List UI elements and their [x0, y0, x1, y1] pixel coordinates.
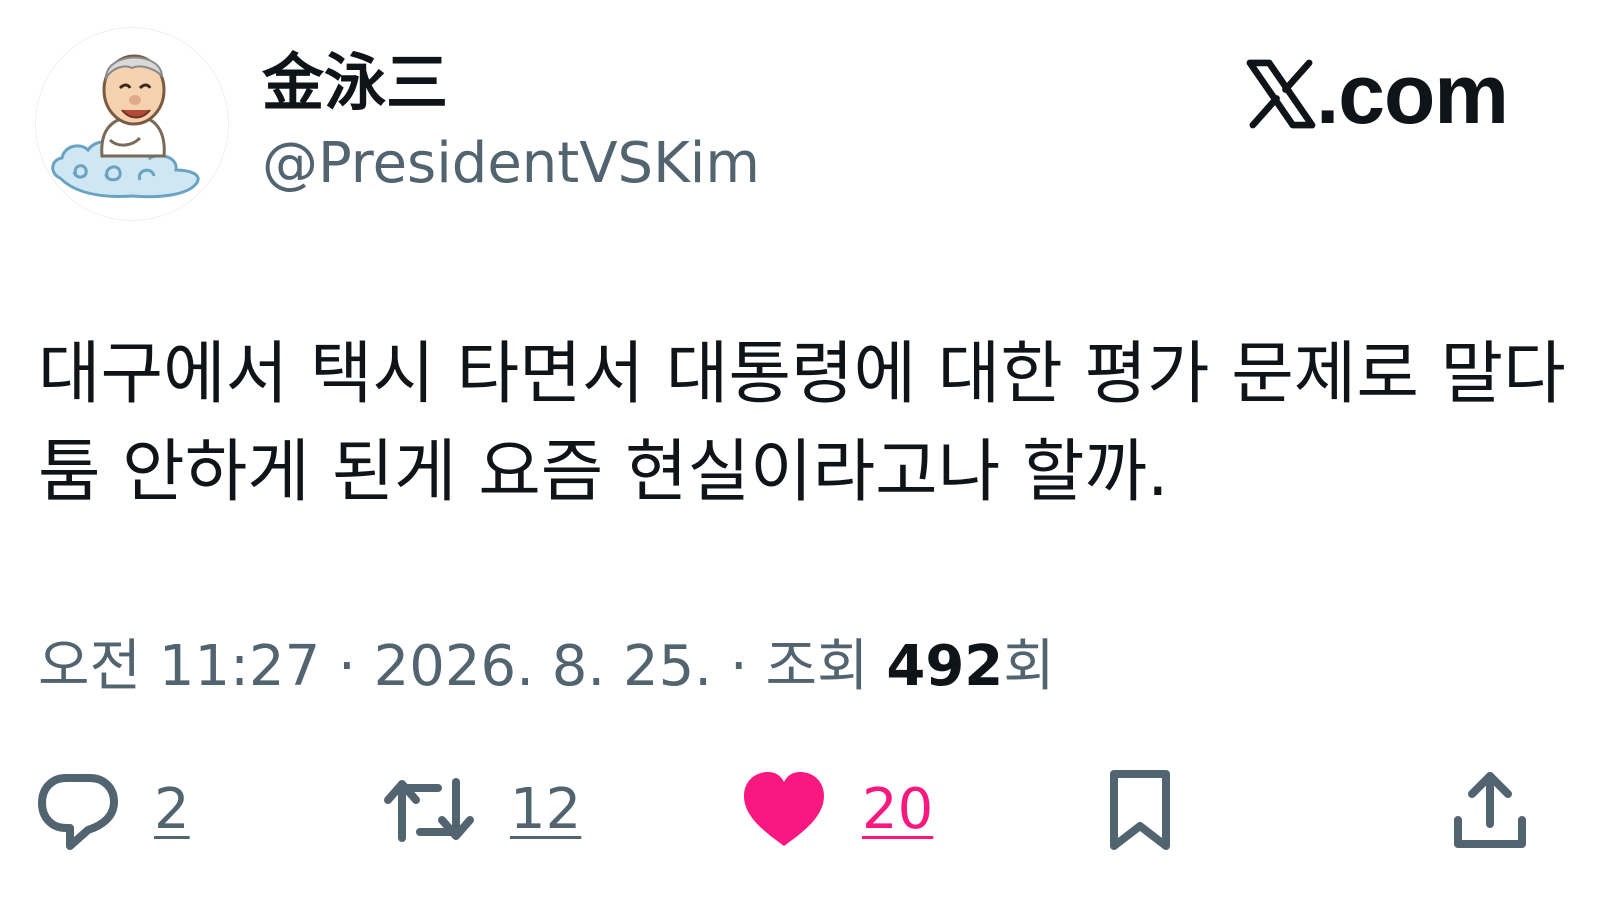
- brand-watermark: .com: [1244, 44, 1509, 144]
- retweet-button[interactable]: 12: [382, 760, 581, 860]
- like-button[interactable]: 20: [740, 760, 933, 860]
- reply-bubble-icon: [38, 774, 118, 850]
- bookmark-icon: [1110, 770, 1170, 850]
- action-bar: 2 12 20: [0, 760, 1600, 860]
- retweet-icon: [384, 778, 474, 842]
- tweet-text: 대구에서 택시 타면서 대통령에 대한 평가 문제로 말다 툼 안하게 된게 요…: [38, 326, 1566, 522]
- reply-count[interactable]: 2: [154, 775, 190, 845]
- share-button[interactable]: [1450, 760, 1530, 860]
- bookmark-button[interactable]: [1104, 760, 1176, 860]
- cartoon-man-on-cloud-avatar: [51, 54, 200, 199]
- x-logo-icon: [1246, 59, 1316, 129]
- brand-domain-text: .com: [1315, 47, 1509, 141]
- heart-filled-icon: [744, 772, 824, 846]
- avatar[interactable]: [36, 28, 228, 220]
- tweet-line: 툼 안하게 된게 요즘 현실이라고나 할까.: [38, 433, 1169, 512]
- tweet-meta: 오전 11:27 · 2026. 8. 25. · 조회 492회: [38, 630, 1055, 704]
- meta-separator: ·: [729, 634, 748, 699]
- like-count[interactable]: 20: [862, 775, 933, 845]
- share-upload-icon: [1454, 772, 1526, 848]
- retweet-count[interactable]: 12: [510, 775, 581, 845]
- meta-separator: ·: [338, 634, 356, 699]
- reply-button[interactable]: 2: [36, 760, 190, 860]
- tweet-time[interactable]: 오전 11:27: [38, 634, 320, 699]
- tweet-line: 대구에서 택시 타면서 대통령에 대한 평가 문제로 말다: [38, 335, 1566, 414]
- user-handle[interactable]: @PresidentVSKim: [262, 128, 760, 200]
- views-label: 조회: [765, 634, 869, 699]
- views-suffix: 회: [1003, 634, 1055, 699]
- views-count[interactable]: 492: [886, 634, 1003, 699]
- tweet-date[interactable]: 2026. 8. 25.: [374, 634, 712, 699]
- display-name[interactable]: 金泳三: [262, 44, 448, 122]
